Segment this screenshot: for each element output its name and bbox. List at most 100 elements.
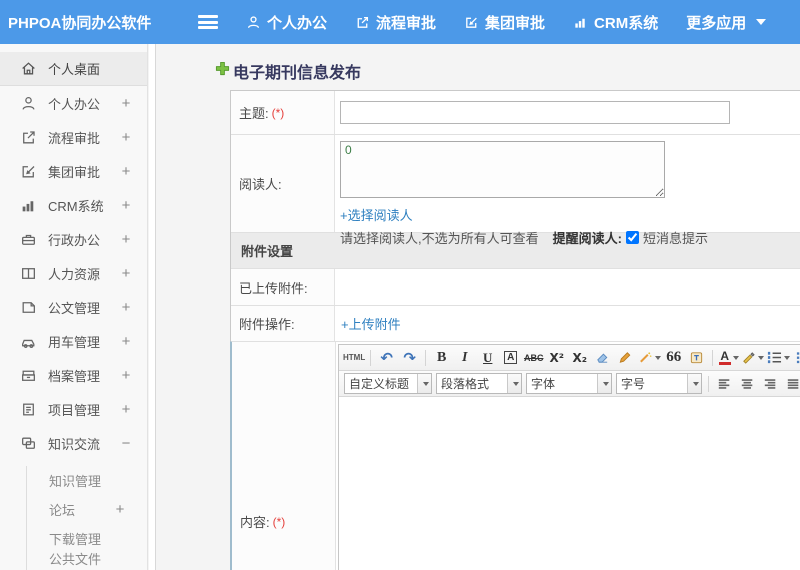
- sidebar-item-human-resources[interactable]: 人力资源 +: [0, 256, 147, 290]
- ordered-list-icon[interactable]: [766, 347, 791, 368]
- expand-icon[interactable]: +: [119, 197, 133, 214]
- expand-icon[interactable]: +: [119, 401, 133, 418]
- subject-row: 主题: (*): [231, 91, 800, 134]
- sidebar-subitem-knowledge-management[interactable]: 知识管理: [27, 466, 147, 495]
- nav-item-workflow-approval[interactable]: 流程审批: [355, 12, 436, 33]
- undo-icon[interactable]: ↶: [376, 347, 397, 368]
- paste-text-icon[interactable]: [686, 347, 707, 368]
- font-color-button[interactable]: A: [718, 347, 739, 368]
- editor-content-area[interactable]: [339, 397, 800, 570]
- blockquote-button[interactable]: 66: [663, 347, 684, 368]
- caret-down-icon: [655, 355, 662, 360]
- font-border-button[interactable]: A: [500, 347, 521, 368]
- sidebar-item-vehicle-management[interactable]: 用车管理 +: [0, 324, 147, 358]
- add-plus-icon: [215, 61, 230, 81]
- collapse-icon[interactable]: −: [119, 435, 133, 452]
- expand-icon[interactable]: +: [119, 333, 133, 350]
- caret-down-icon[interactable]: [597, 374, 611, 393]
- document-icon: [20, 299, 37, 316]
- sidebar-item-knowledge-exchange[interactable]: 知识交流 −: [0, 426, 147, 460]
- sidebar-scrollbar[interactable]: [149, 44, 156, 570]
- sidebar-item-crm-system[interactable]: CRM系统 +: [0, 188, 147, 222]
- upload-attachment-link[interactable]: +上传附件: [341, 314, 401, 333]
- app-logo: PHPOA协同办公软件: [8, 14, 152, 32]
- expand-icon[interactable]: +: [113, 501, 127, 518]
- subject-input[interactable]: [340, 101, 730, 124]
- chat-icon: [20, 435, 37, 452]
- eraser-icon[interactable]: [592, 347, 613, 368]
- align-right-icon[interactable]: [760, 373, 781, 394]
- nav-item-personal-office[interactable]: 个人办公: [246, 12, 327, 33]
- sidebar-item-personal-office[interactable]: 个人办公 +: [0, 86, 147, 120]
- expand-icon[interactable]: +: [119, 129, 133, 146]
- subscript-button[interactable]: X₂: [569, 347, 590, 368]
- redo-icon[interactable]: ↷: [399, 347, 420, 368]
- font-size-dropdown[interactable]: 字号: [616, 373, 702, 394]
- expand-icon[interactable]: +: [119, 95, 133, 112]
- knowledge-submenu: 知识管理 论坛 + 下载管理 公共文件柜: [26, 466, 147, 570]
- underline-button[interactable]: U: [477, 347, 498, 368]
- expand-icon[interactable]: +: [119, 299, 133, 316]
- expand-icon[interactable]: +: [119, 231, 133, 248]
- sidebar-item-label: 档案管理: [48, 368, 101, 384]
- sms-remind-checkbox[interactable]: [625, 231, 639, 244]
- bar-chart-icon: [20, 197, 37, 214]
- align-left-icon[interactable]: [714, 373, 735, 394]
- expand-icon[interactable]: +: [119, 163, 133, 180]
- sidebar-subitem-forum[interactable]: 论坛 +: [27, 495, 147, 524]
- caret-down-icon[interactable]: [687, 374, 701, 393]
- sidebar-item-label: 个人桌面: [48, 62, 101, 77]
- nav-label: 更多应用: [686, 14, 747, 32]
- align-center-icon[interactable]: [737, 373, 758, 394]
- main-content: 电子期刊信息发布 主题: (*) 阅读人: 0 +选择阅读人 请选择阅读人,不选…: [157, 44, 800, 570]
- select-readers-link[interactable]: +选择阅读人: [340, 205, 413, 224]
- justify-icon[interactable]: [783, 373, 800, 394]
- book-icon: [20, 265, 37, 282]
- expand-icon[interactable]: +: [119, 367, 133, 384]
- paragraph-format-dropdown[interactable]: 段落格式: [436, 373, 522, 394]
- nav-label: 流程审批: [376, 14, 437, 32]
- font-family-dropdown[interactable]: 字体: [526, 373, 612, 394]
- sms-remind-label: 短消息提示: [642, 231, 708, 246]
- content-label: 内容: (*): [232, 342, 336, 570]
- publish-form: 主题: (*) 阅读人: 0 +选择阅读人 请选择阅读人,不选为所有人可查看 提…: [230, 90, 800, 570]
- format-brush-icon[interactable]: [615, 347, 636, 368]
- sidebar-item-workflow-approval[interactable]: 流程审批 +: [0, 120, 147, 154]
- nav-item-group-approval[interactable]: 集团审批: [464, 12, 545, 33]
- sidebar-item-project-management[interactable]: 项目管理 +: [0, 392, 147, 426]
- sidebar-item-archive-management[interactable]: 档案管理 +: [0, 358, 147, 392]
- strikethrough-button[interactable]: ABC: [523, 347, 544, 368]
- nav-item-more-apps[interactable]: 更多应用: [686, 12, 767, 33]
- superscript-button[interactable]: X²: [546, 347, 567, 368]
- top-nav: 个人办公 流程审批 集团审批 CRM系统 更多应用: [246, 12, 767, 33]
- sidebar-item-admin-office[interactable]: 行政办公 +: [0, 222, 147, 256]
- car-icon: [20, 333, 37, 350]
- uploaded-attachments-label: 已上传附件:: [231, 269, 335, 305]
- bold-button[interactable]: B: [431, 347, 452, 368]
- italic-button[interactable]: I: [454, 347, 475, 368]
- unordered-list-icon[interactable]: [792, 347, 800, 368]
- readers-textarea[interactable]: 0: [340, 141, 665, 198]
- sidebar: 个人桌面 个人办公 + 流程审批 + 集团审批 + CRM系统 + 行政办公 +: [0, 44, 148, 570]
- page-title-text: 电子期刊信息发布: [233, 65, 362, 82]
- uploaded-attachments-row: 已上传附件:: [231, 268, 800, 305]
- caret-down-icon[interactable]: [417, 374, 431, 393]
- hamburger-menu-icon[interactable]: [198, 15, 218, 29]
- nav-item-crm-system[interactable]: CRM系统: [573, 12, 658, 33]
- sidebar-subitem-public-file-cabinet[interactable]: 公共文件柜: [27, 552, 147, 570]
- sidebar-item-label: 人力资源: [48, 266, 101, 282]
- sidebar-item-label: CRM系统: [48, 198, 104, 214]
- sidebar-item-document-management[interactable]: 公文管理 +: [0, 290, 147, 324]
- highlight-pen-icon[interactable]: [741, 347, 765, 368]
- auto-typeset-icon[interactable]: [638, 347, 662, 368]
- sidebar-subitem-label: 下载管理: [49, 532, 102, 547]
- source-code-button[interactable]: HTML: [343, 347, 365, 368]
- expand-icon[interactable]: +: [119, 265, 133, 282]
- nav-label: 个人办公: [267, 14, 328, 32]
- caret-down-icon[interactable]: [507, 374, 521, 393]
- sidebar-item-group-approval[interactable]: 集团审批 +: [0, 154, 147, 188]
- sidebar-item-personal-desktop[interactable]: 个人桌面: [0, 52, 147, 86]
- custom-title-dropdown[interactable]: 自定义标题: [344, 373, 432, 394]
- sidebar-item-label: 公文管理: [48, 300, 101, 316]
- sidebar-item-label: 个人办公: [48, 96, 101, 112]
